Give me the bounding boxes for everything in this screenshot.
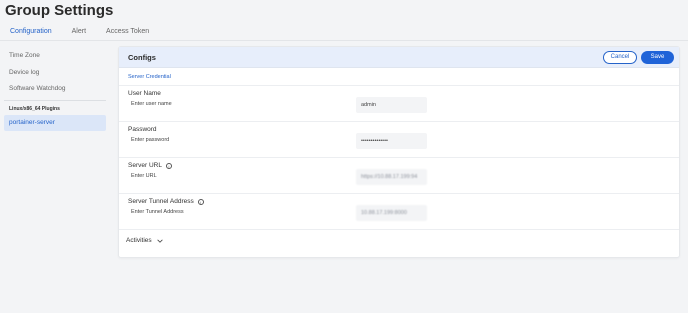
save-button[interactable]: Save (641, 51, 674, 64)
tab-configuration[interactable]: Configuration (4, 24, 58, 41)
password-row: Password Enter password •••••••••••••• (119, 121, 679, 157)
info-icon[interactable]: i (165, 162, 172, 169)
activities-label: Activities (126, 237, 152, 244)
server-url-input[interactable]: https://10.88.17.199:94 (356, 169, 427, 185)
user-name-label: User Name (128, 90, 161, 97)
cancel-button[interactable]: Cancel (603, 51, 637, 64)
tabs-divider (0, 40, 688, 41)
server-url-hint: Enter URL (131, 173, 157, 179)
tab-access-token[interactable]: Access Token (100, 24, 155, 41)
user-name-input[interactable]: admin (356, 97, 427, 113)
sidebar-divider (4, 100, 106, 101)
server-url-label: Server URL i (128, 162, 172, 169)
info-icon[interactable]: i (197, 198, 204, 205)
sidebar-item-time-zone[interactable]: Time Zone (4, 48, 106, 64)
sidebar: Time Zone Device log Software Watchdog L… (4, 48, 106, 132)
sidebar-item-software-watchdog[interactable]: Software Watchdog (4, 81, 106, 97)
tunnel-address-label: Server Tunnel Address i (128, 198, 204, 205)
server-url-row: Server URL i Enter URL https://10.88.17.… (119, 157, 679, 193)
tunnel-address-row: Server Tunnel Address i Enter Tunnel Add… (119, 193, 679, 229)
password-hint: Enter password (131, 137, 170, 143)
tunnel-address-hint: Enter Tunnel Address (131, 209, 184, 215)
tab-alert[interactable]: Alert (66, 24, 92, 41)
activities-divider (119, 229, 679, 230)
configs-panel: Configs Cancel Save Server Credential Us… (118, 46, 680, 258)
password-input[interactable]: •••••••••••••• (356, 133, 427, 149)
sidebar-section-heading: Linux/x86_64 Plugins (9, 106, 60, 112)
activities-toggle[interactable]: Activities (126, 237, 163, 244)
user-name-row: User Name Enter user name admin (119, 85, 679, 121)
panel-header: Configs Cancel Save (119, 47, 679, 68)
page-title: Group Settings (5, 2, 114, 19)
password-label: Password (128, 126, 157, 133)
tunnel-address-input[interactable]: 10.88.17.199:8000 (356, 205, 427, 221)
server-credential-link[interactable]: Server Credential (128, 74, 171, 80)
user-name-hint: Enter user name (131, 101, 172, 107)
sidebar-item-portainer-server[interactable]: portainer-server (4, 115, 106, 131)
chevron-down-icon (156, 239, 163, 243)
sidebar-item-device-log[interactable]: Device log (4, 65, 106, 81)
panel-title: Configs (128, 53, 156, 62)
tab-bar: Configuration Alert Access Token (4, 24, 688, 41)
